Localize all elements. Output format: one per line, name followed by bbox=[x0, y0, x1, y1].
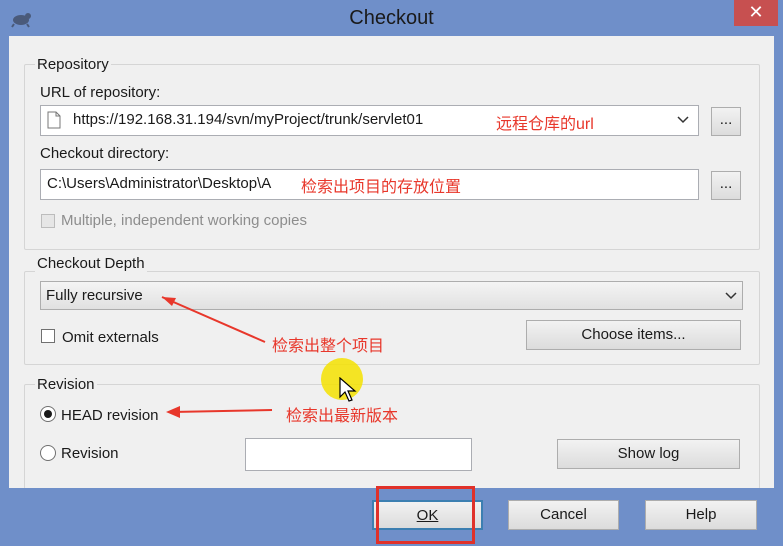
head-revision-label: HEAD revision bbox=[61, 407, 159, 424]
revision-input[interactable] bbox=[245, 438, 472, 471]
depth-annotation: 检索出整个项目 bbox=[272, 338, 385, 355]
url-value: https://192.168.31.194/svn/myProject/tru… bbox=[73, 111, 424, 128]
directory-input[interactable]: C:\Users\Administrator\Desktop\A 检索出项目的存… bbox=[40, 169, 699, 200]
url-label: URL of repository: bbox=[40, 84, 161, 101]
chevron-down-icon bbox=[725, 292, 737, 300]
directory-annotation: 检索出项目的存放位置 bbox=[301, 179, 462, 196]
url-combobox[interactable]: https://192.168.31.194/svn/myProject/tru… bbox=[40, 105, 699, 136]
close-icon: ✕ bbox=[748, 2, 764, 22]
revision-annotation: 检索出最新版本 bbox=[286, 408, 399, 425]
mouse-cursor-icon bbox=[339, 377, 357, 402]
directory-value: C:\Users\Administrator\Desktop\A bbox=[47, 175, 272, 192]
choose-items-button[interactable]: Choose items... bbox=[526, 320, 741, 350]
document-icon bbox=[47, 111, 61, 129]
revision-group bbox=[24, 384, 760, 489]
depth-selected-value: Fully recursive bbox=[46, 287, 143, 304]
depth-group-label: Checkout Depth bbox=[35, 255, 147, 272]
close-button[interactable]: ✕ bbox=[734, 0, 778, 26]
head-revision-radio[interactable] bbox=[40, 406, 56, 422]
ok-highlight-box bbox=[376, 486, 475, 544]
directory-label: Checkout directory: bbox=[40, 145, 170, 162]
revision-label: Revision bbox=[61, 445, 119, 462]
help-button[interactable]: Help bbox=[645, 500, 757, 530]
omit-externals-label: Omit externals bbox=[62, 329, 159, 346]
revision-group-label: Revision bbox=[35, 376, 97, 393]
repository-group-label: Repository bbox=[35, 56, 111, 73]
url-browse-button[interactable]: ... bbox=[711, 107, 741, 136]
directory-browse-button[interactable]: ... bbox=[711, 171, 741, 200]
revision-radio[interactable] bbox=[40, 445, 56, 461]
window-title: Checkout bbox=[349, 7, 434, 29]
chevron-down-icon bbox=[677, 116, 689, 124]
multiple-copies-checkbox[interactable] bbox=[41, 214, 55, 228]
url-annotation: 远程仓库的url bbox=[496, 116, 594, 133]
depth-select[interactable]: Fully recursive bbox=[40, 281, 743, 310]
cancel-button[interactable]: Cancel bbox=[508, 500, 619, 530]
radio-selected-dot bbox=[44, 410, 52, 418]
multiple-copies-label: Multiple, independent working copies bbox=[61, 212, 307, 229]
show-log-button[interactable]: Show log bbox=[557, 439, 740, 469]
omit-externals-checkbox[interactable] bbox=[41, 329, 55, 343]
